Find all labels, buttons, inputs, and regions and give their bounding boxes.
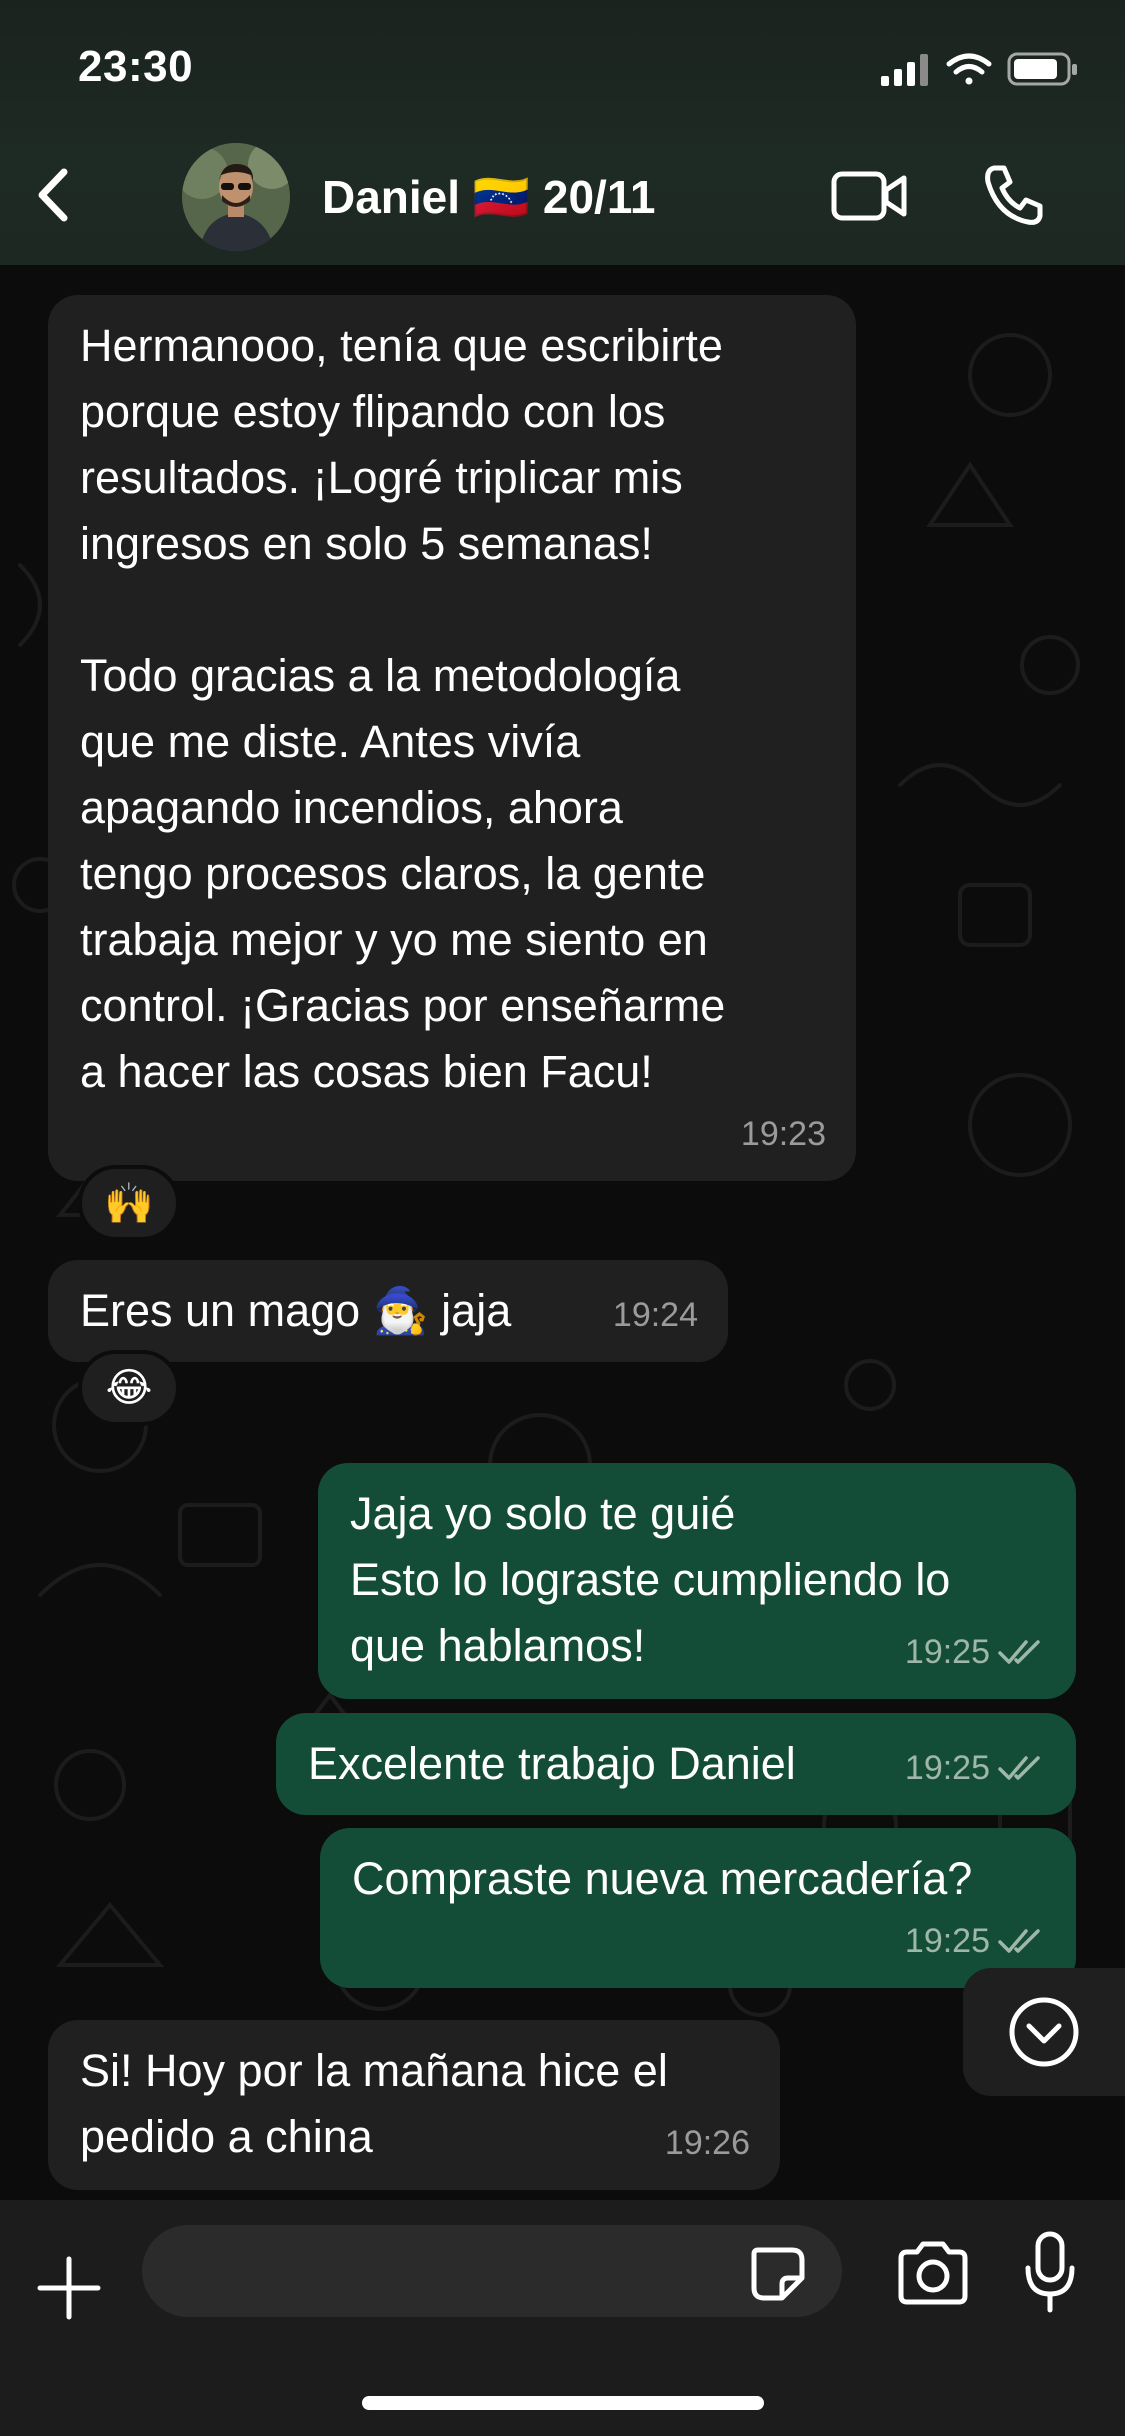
- message-text: Hermanooo, tenía que escribirte porque e…: [80, 320, 726, 1097]
- message-meta: 19:25: [905, 1908, 1046, 1974]
- message-bubble-outgoing[interactable]: Excelente trabajo Daniel 19:25: [276, 1713, 1076, 1815]
- message-meta: 19:26: [665, 2110, 750, 2176]
- chat-header: 23:30 Daniel 🇻🇪 20/11: [0, 0, 1125, 265]
- camera-icon[interactable]: [895, 2240, 971, 2306]
- sticker-icon[interactable]: [748, 2244, 808, 2304]
- chevron-down-circle-icon: [1009, 1997, 1079, 2067]
- message-reaction[interactable]: 🙌: [78, 1165, 180, 1241]
- plus-icon[interactable]: [36, 2255, 102, 2321]
- message-meta: 19:23: [741, 1101, 826, 1167]
- message-time: 19:25: [904, 1922, 990, 1960]
- message-time: 19:23: [740, 1115, 826, 1153]
- avatar[interactable]: [182, 143, 290, 251]
- message-text: Compraste nueva mercadería?: [352, 1853, 973, 1904]
- avatar-photo: [182, 143, 290, 251]
- message-text: Eres un mago 🧙‍♂️ jaja: [80, 1285, 512, 1336]
- message-time: 19:25: [904, 1633, 990, 1671]
- home-indicator: [362, 2396, 764, 2410]
- message-meta: 19:25: [905, 1619, 1046, 1685]
- double-check-icon: [998, 1756, 1040, 1780]
- microphone-icon[interactable]: [1022, 2230, 1078, 2316]
- message-bubble-incoming[interactable]: Si! Hoy por la mañana hice el pedido a c…: [48, 2020, 780, 2190]
- battery-icon: [1007, 52, 1077, 86]
- message-bubble-outgoing[interactable]: Compraste nueva mercadería? 19:25: [320, 1828, 1076, 1988]
- message-text: Si! Hoy por la mañana hice el pedido a c…: [80, 2045, 668, 2162]
- message-time: 19:26: [664, 2124, 750, 2162]
- message-meta: 19:24: [613, 1282, 698, 1348]
- message-input[interactable]: [142, 2225, 842, 2317]
- scroll-to-bottom-button[interactable]: [963, 1968, 1125, 2096]
- message-time: 19:24: [612, 1296, 698, 1334]
- message-time: 19:25: [904, 1749, 990, 1787]
- status-icons: [881, 52, 1077, 86]
- double-check-icon: [998, 1640, 1040, 1664]
- contact-name[interactable]: Daniel 🇻🇪 20/11: [322, 170, 655, 225]
- video-camera-icon[interactable]: [830, 168, 908, 224]
- double-check-icon: [998, 1929, 1040, 1953]
- message-reaction[interactable]: 😂: [78, 1350, 180, 1426]
- wifi-icon: [946, 53, 992, 85]
- phone-icon[interactable]: [980, 162, 1046, 228]
- cellular-signal-icon: [881, 54, 928, 86]
- message-bubble-incoming[interactable]: Eres un mago 🧙‍♂️ jaja 19:24: [48, 1260, 728, 1362]
- message-bubble-outgoing[interactable]: Jaja yo solo te guié Esto lo lograste cu…: [318, 1463, 1076, 1699]
- chevron-left-icon[interactable]: [20, 160, 90, 230]
- status-time: 23:30: [78, 42, 194, 91]
- message-meta: 19:25: [905, 1735, 1046, 1801]
- message-bubble-incoming[interactable]: Hermanooo, tenía que escribirte porque e…: [48, 295, 856, 1181]
- chat-area[interactable]: Hermanooo, tenía que escribirte porque e…: [0, 265, 1125, 2200]
